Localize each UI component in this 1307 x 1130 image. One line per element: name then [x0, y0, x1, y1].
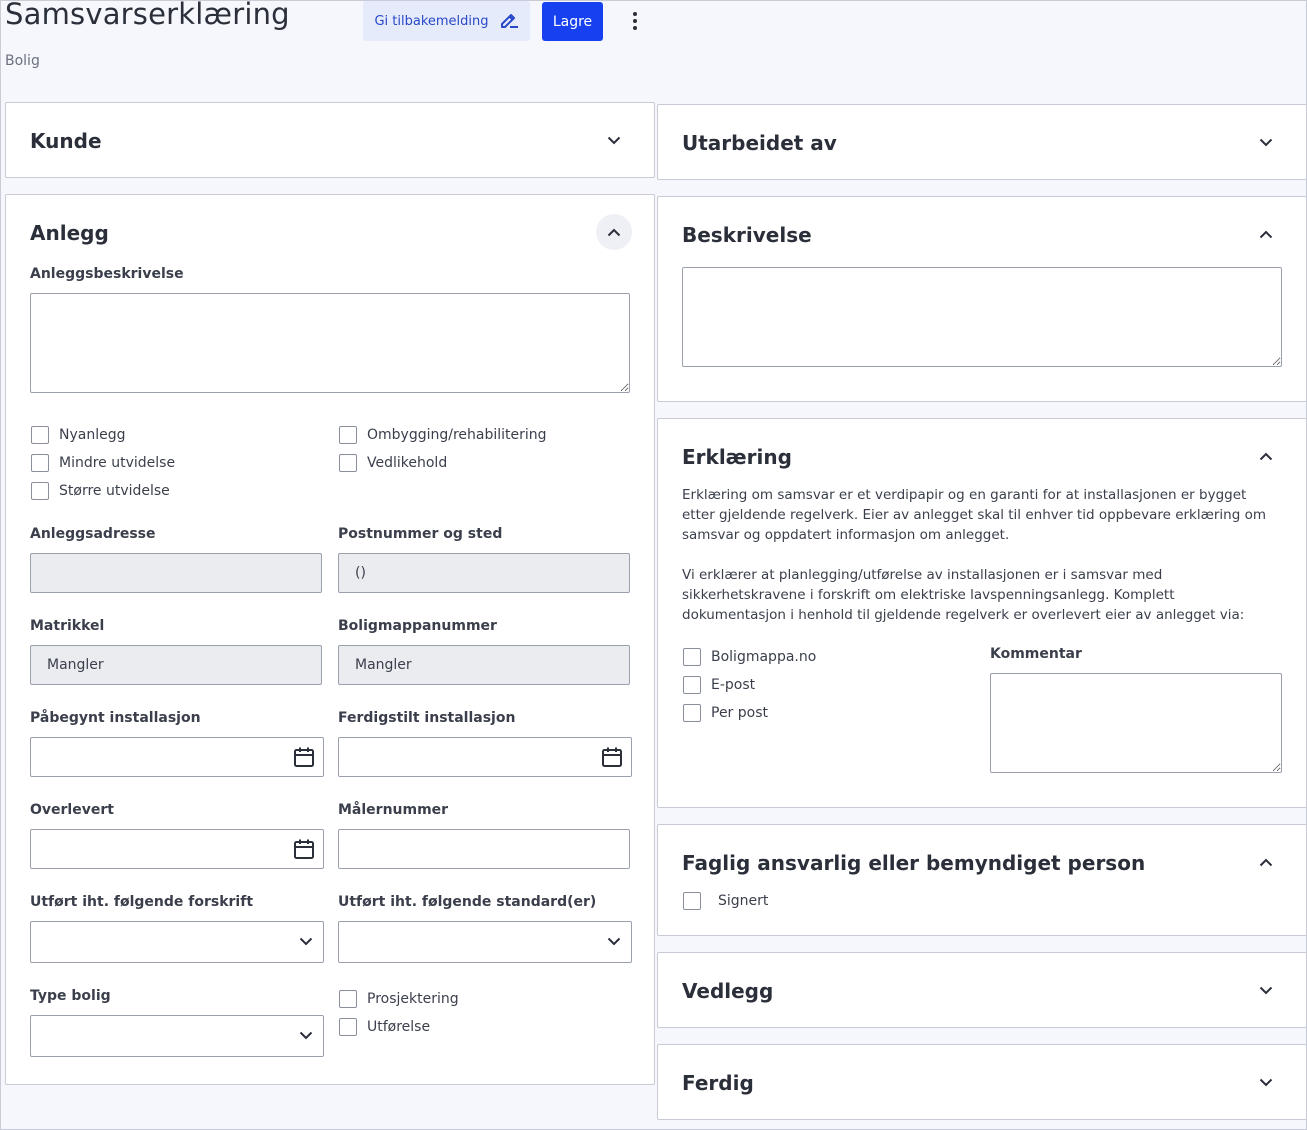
kommentar-label: Kommentar — [990, 646, 1082, 662]
page-subtitle: Bolig — [5, 53, 40, 69]
overlevert-date-input[interactable] — [30, 829, 324, 869]
forskrift-label: Utført iht. følgende forskrift — [30, 894, 254, 910]
checkbox-box[interactable] — [683, 704, 701, 722]
utarbeidet-card: Utarbeidet av — [657, 104, 1307, 180]
postnummer-label: Postnummer og sted — [338, 526, 503, 542]
standard-label: Utført iht. følgende standard(er) — [338, 894, 597, 910]
chevron-down-icon — [299, 1031, 313, 1040]
vedlikehold-label: Vedlikehold — [367, 455, 448, 471]
matrikkel-label: Matrikkel — [30, 618, 105, 634]
checkbox-box[interactable] — [683, 892, 701, 910]
chevron-down-icon — [607, 937, 621, 946]
checkbox-box[interactable] — [31, 482, 49, 500]
kunde-card: Kunde — [5, 102, 655, 178]
erklaring-title: Erklæring — [682, 445, 792, 469]
mindre-utvidelse-label: Mindre utvidelse — [59, 455, 176, 471]
kommentar-textarea[interactable] — [990, 673, 1282, 773]
malernummer-input[interactable] — [338, 829, 630, 869]
kunde-title: Kunde — [30, 129, 102, 153]
ferdig-expand-chevron-down-icon[interactable] — [1248, 1064, 1284, 1100]
epost-label: E-post — [711, 677, 756, 693]
beskrivelse-title: Beskrivelse — [682, 223, 812, 247]
anleggsbeskrivelse-label: Anleggsbeskrivelse — [30, 266, 184, 282]
utarbeidet-title: Utarbeidet av — [682, 131, 837, 155]
perpost-checkbox[interactable]: Per post — [683, 704, 768, 722]
kunde-expand-chevron-down-icon[interactable] — [596, 122, 632, 158]
ferdig-title: Ferdig — [682, 1071, 754, 1095]
pabegynt-date-input[interactable] — [30, 737, 324, 777]
vedlegg-card: Vedlegg — [657, 952, 1307, 1028]
ombygging-checkbox[interactable]: Ombygging/rehabilitering — [339, 426, 547, 444]
checkbox-box[interactable] — [339, 454, 357, 472]
prosjektering-checkbox[interactable]: Prosjektering — [339, 990, 459, 1008]
nyanlegg-checkbox[interactable]: Nyanlegg — [31, 426, 126, 444]
ferdigstilt-label: Ferdigstilt installasjon — [338, 710, 516, 726]
feedback-button[interactable]: Gi tilbakemelding — [363, 1, 530, 41]
checkbox-box[interactable] — [339, 426, 357, 444]
save-button[interactable]: Lagre — [542, 2, 603, 41]
calendar-icon[interactable] — [293, 838, 315, 860]
vedlikehold-checkbox[interactable]: Vedlikehold — [339, 454, 447, 472]
chevron-down-icon — [299, 937, 313, 946]
checkbox-box[interactable] — [339, 1018, 357, 1036]
erklaring-card: Erklæring Erklæring om samsvar er et ver… — [657, 418, 1307, 808]
checkbox-box[interactable] — [339, 990, 357, 1008]
checkbox-box[interactable] — [31, 426, 49, 444]
calendar-icon[interactable] — [293, 746, 315, 768]
overlevert-label: Overlevert — [30, 802, 114, 818]
prosjektering-label: Prosjektering — [367, 991, 459, 1007]
edit-pen-icon — [500, 14, 518, 28]
ferdig-card: Ferdig — [657, 1044, 1307, 1120]
checkbox-box[interactable] — [683, 676, 701, 694]
mindre-utvidelse-checkbox[interactable]: Mindre utvidelse — [31, 454, 175, 472]
postnummer-input[interactable] — [338, 553, 630, 593]
faglig-title: Faglig ansvarlig eller bemyndiget person — [682, 851, 1146, 875]
more-options-icon[interactable] — [623, 7, 647, 35]
beskrivelse-card: Beskrivelse — [657, 196, 1307, 402]
ombygging-label: Ombygging/rehabilitering — [367, 427, 547, 443]
faglig-card: Faglig ansvarlig eller bemyndiget person… — [657, 824, 1307, 936]
vedlegg-title: Vedlegg — [682, 979, 774, 1003]
utforelse-label: Utførelse — [367, 1019, 431, 1035]
nyanlegg-label: Nyanlegg — [59, 427, 126, 443]
feedback-button-label: Gi tilbakemelding — [374, 13, 489, 29]
anleggsadresse-label: Anleggsadresse — [30, 526, 156, 542]
boligmappa-label: Boligmappa.no — [711, 649, 817, 665]
checkbox-box[interactable] — [31, 454, 49, 472]
checkbox-box[interactable] — [683, 648, 701, 666]
boligmappanummer-label: Boligmappanummer — [338, 618, 497, 634]
erklaring-collapse-chevron-up-icon[interactable] — [1248, 438, 1284, 474]
vedlegg-expand-chevron-down-icon[interactable] — [1248, 972, 1284, 1008]
anlegg-collapse-chevron-up-icon[interactable] — [596, 214, 632, 250]
anlegg-title: Anlegg — [30, 221, 109, 245]
forskrift-select[interactable] — [30, 921, 324, 963]
erklaring-paragraph-2: Vi erklærer at planlegging/utførelse av … — [682, 567, 1245, 623]
signert-label: Signert — [718, 893, 769, 909]
anleggsbeskrivelse-textarea[interactable] — [30, 293, 630, 393]
type-bolig-label: Type bolig — [30, 988, 111, 1004]
standard-select[interactable] — [338, 921, 632, 963]
signert-checkbox[interactable]: Signert — [683, 892, 768, 910]
beskrivelse-collapse-chevron-up-icon[interactable] — [1248, 216, 1284, 252]
pabegynt-label: Påbegynt installasjon — [30, 710, 201, 726]
epost-checkbox[interactable]: E-post — [683, 676, 755, 694]
utforelse-checkbox[interactable]: Utførelse — [339, 1018, 430, 1036]
type-bolig-select[interactable] — [30, 1015, 324, 1057]
malernummer-label: Målernummer — [338, 802, 449, 818]
beskrivelse-textarea[interactable] — [682, 267, 1282, 367]
utarbeidet-expand-chevron-down-icon[interactable] — [1248, 124, 1284, 160]
boligmappa-checkbox[interactable]: Boligmappa.no — [683, 648, 816, 666]
faglig-collapse-chevron-up-icon[interactable] — [1248, 844, 1284, 880]
ferdigstilt-date-input[interactable] — [338, 737, 632, 777]
storre-utvidelse-checkbox[interactable]: Større utvidelse — [31, 482, 170, 500]
storre-utvidelse-label: Større utvidelse — [59, 483, 170, 499]
page-title: Samsvarserklæring — [5, 0, 290, 31]
erklaring-paragraph-1: Erklæring om samsvar er et verdipapir og… — [682, 487, 1267, 543]
boligmappanummer-input[interactable] — [338, 645, 630, 685]
perpost-label: Per post — [711, 705, 768, 721]
anleggsadresse-input[interactable] — [30, 553, 322, 593]
matrikkel-input[interactable] — [30, 645, 322, 685]
anlegg-card: Anlegg Anleggsbeskrivelse Nyanlegg Mindr… — [5, 194, 655, 1085]
calendar-icon[interactable] — [601, 746, 623, 768]
